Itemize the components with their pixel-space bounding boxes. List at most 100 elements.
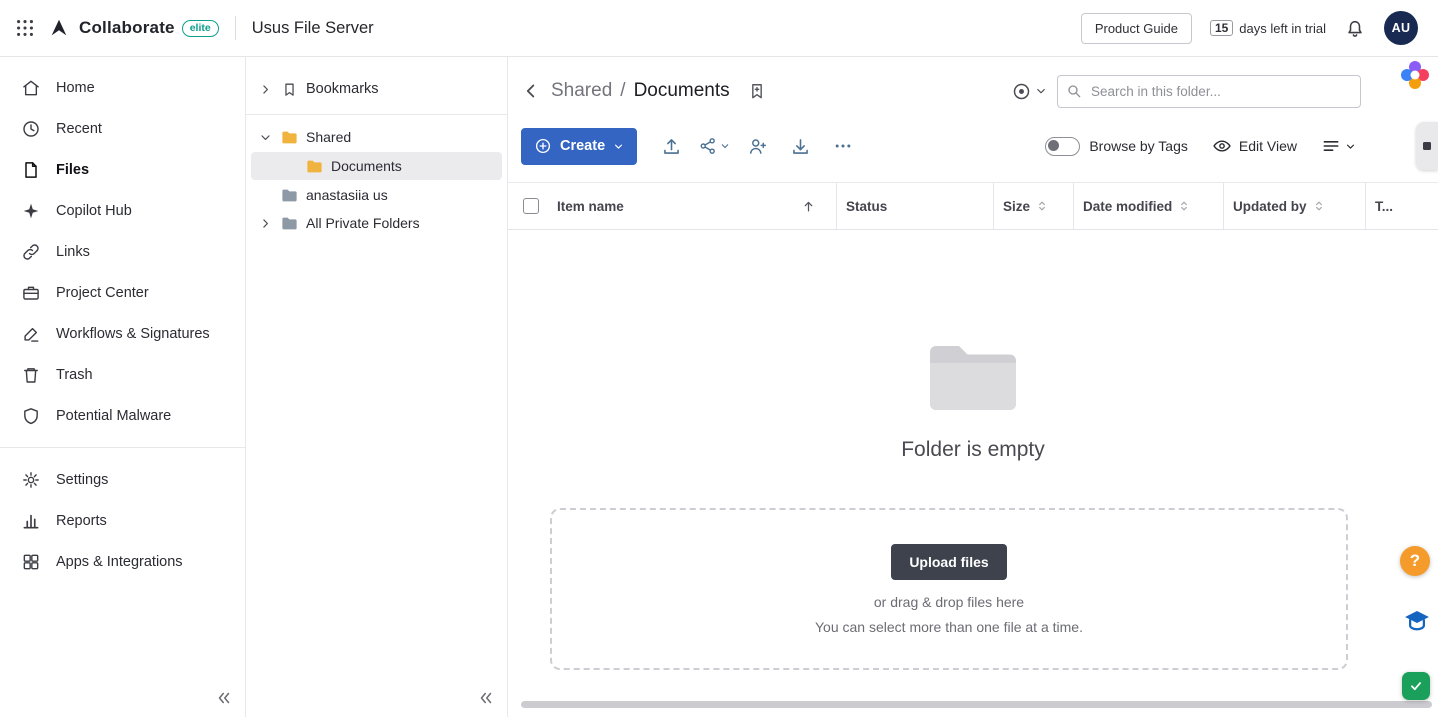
sidebar-item-workflows-signatures[interactable]: Workflows & Signatures — [0, 313, 245, 354]
sidebar-item-settings[interactable]: Settings — [0, 459, 245, 500]
report-icon — [21, 511, 41, 531]
scope-circle-icon — [1011, 81, 1032, 102]
sidebar-item-label: Potential Malware — [56, 408, 171, 424]
add-bookmark-button[interactable] — [746, 80, 768, 102]
app-root: Collaborate elite Usus File Server Produ… — [0, 0, 1438, 717]
help-button[interactable]: ? — [1400, 546, 1430, 576]
select-all-cell — [508, 183, 552, 229]
sidebar-item-trash[interactable]: Trash — [0, 354, 245, 395]
edit-view-button[interactable]: Edit View — [1212, 136, 1297, 156]
sidebar-item-reports[interactable]: Reports — [0, 500, 245, 541]
column-size[interactable]: Size — [993, 183, 1073, 229]
floating-graduation-cap-icon[interactable] — [1402, 606, 1432, 636]
search-input[interactable] — [1057, 75, 1361, 108]
action-toolbar: Create — [508, 126, 1438, 166]
user-avatar[interactable]: AU — [1384, 11, 1418, 45]
sidebar-item-label: Settings — [56, 472, 108, 488]
sidebar-item-files[interactable]: Files — [0, 149, 245, 190]
brand-name: Collaborate — [79, 18, 175, 38]
plus-circle-icon — [534, 137, 552, 155]
notifications-button[interactable] — [1344, 17, 1366, 39]
apps-icon — [21, 552, 41, 572]
sidebar-item-apps-integrations[interactable]: Apps & Integrations — [0, 541, 245, 582]
brand-logo-icon — [48, 17, 70, 39]
tree-node-all-private-folders[interactable]: All Private Folders — [246, 209, 507, 237]
product-guide-button[interactable]: Product Guide — [1081, 13, 1192, 44]
chevron-right-icon[interactable] — [259, 217, 273, 230]
chevron-right-icon[interactable] — [259, 83, 273, 96]
sort-toggle-icon[interactable] — [1035, 199, 1049, 213]
folder-icon — [280, 186, 299, 205]
gear-icon — [21, 470, 41, 490]
tree-node-anastasiia-us[interactable]: anastasiia us — [246, 181, 507, 209]
sidebar-item-home[interactable]: Home — [0, 67, 245, 108]
select-all-checkbox[interactable] — [523, 198, 539, 214]
sort-ascending-icon[interactable] — [801, 199, 816, 214]
tree-node-shared[interactable]: Shared — [246, 123, 507, 151]
collapse-primary-sidebar-button[interactable] — [215, 689, 233, 707]
sidebar-item-label: Project Center — [56, 285, 149, 301]
folder-icon — [280, 128, 299, 147]
add-user-button[interactable] — [739, 129, 775, 163]
bookmarks-label: Bookmarks — [306, 81, 379, 97]
chevron-down-icon — [613, 141, 624, 152]
folder-tree-sidebar: Bookmarks Shared Document — [246, 57, 508, 717]
sidebar-item-project-center[interactable]: Project Center — [0, 272, 245, 313]
tree-node-label: All Private Folders — [306, 215, 420, 231]
breadcrumb-row: Shared / Documents — [508, 73, 1438, 109]
list-view-icon — [1321, 136, 1341, 156]
plan-badge: elite — [182, 20, 219, 37]
column-label: Date modified — [1083, 199, 1172, 214]
upload-files-button[interactable]: Upload files — [891, 544, 1006, 580]
column-updated-by[interactable]: Updated by — [1223, 183, 1365, 229]
create-button[interactable]: Create — [521, 128, 637, 165]
sidebar-item-recent[interactable]: Recent — [0, 108, 245, 149]
primary-sidebar: Home Recent Files — [0, 57, 246, 717]
sidebar-item-label: Home — [56, 80, 95, 96]
tree-node-documents[interactable]: Documents — [251, 152, 502, 180]
column-label: Size — [1003, 199, 1030, 214]
chevron-down-icon — [720, 141, 730, 151]
browse-by-tags-toggle[interactable] — [1045, 137, 1080, 156]
share-button[interactable] — [696, 129, 732, 163]
floating-green-app-icon[interactable] — [1402, 672, 1430, 700]
view-tools: Browse by Tags Edit View — [1045, 136, 1356, 156]
search-scope-button[interactable] — [1011, 81, 1047, 102]
column-item-name[interactable]: Item name — [552, 183, 836, 229]
bookmarks-row[interactable]: Bookmarks — [246, 69, 507, 109]
download-button[interactable] — [782, 129, 818, 163]
clock-icon — [21, 119, 41, 139]
chevron-down-icon[interactable] — [259, 131, 273, 144]
sidebar-item-potential-malware[interactable]: Potential Malware — [0, 395, 245, 436]
floating-extension-pinwheel-icon[interactable] — [1398, 58, 1432, 92]
sidebar-item-copilot-hub[interactable]: Copilot Hub — [0, 190, 245, 231]
topbar-divider — [235, 16, 236, 40]
view-options-button[interactable] — [1321, 136, 1356, 156]
folder-icon — [305, 157, 324, 176]
person-add-icon — [747, 136, 768, 157]
upload-dropzone[interactable]: Upload files or drag & drop files here Y… — [550, 508, 1348, 670]
bell-icon — [1344, 17, 1366, 39]
sort-toggle-icon[interactable] — [1312, 199, 1326, 213]
more-actions-button[interactable] — [825, 129, 861, 163]
upload-button[interactable] — [653, 129, 689, 163]
collapse-tree-sidebar-button[interactable] — [477, 689, 495, 707]
breadcrumb-parent[interactable]: Shared — [551, 80, 612, 102]
column-status[interactable]: Status — [836, 183, 993, 229]
floating-side-tab[interactable] — [1416, 122, 1438, 170]
column-label: Updated by — [1233, 199, 1307, 214]
apps-grid-button[interactable] — [14, 17, 36, 39]
empty-folder-icon — [926, 340, 1020, 416]
sort-toggle-icon[interactable] — [1177, 199, 1191, 213]
column-tags-truncated[interactable]: T... — [1365, 183, 1438, 229]
horizontal-scrollbar[interactable] — [521, 701, 1432, 708]
sidebar-item-links[interactable]: Links — [0, 231, 245, 272]
link-icon — [21, 242, 41, 262]
sidebar-item-label: Reports — [56, 513, 107, 529]
column-date-modified[interactable]: Date modified — [1073, 183, 1223, 229]
file-list-header: Item name Status Size Date modified — [508, 182, 1438, 230]
toolbar-icon-group — [653, 129, 861, 163]
tree-divider — [246, 114, 507, 115]
chevron-down-icon — [1035, 85, 1047, 97]
back-button[interactable] — [518, 78, 544, 104]
